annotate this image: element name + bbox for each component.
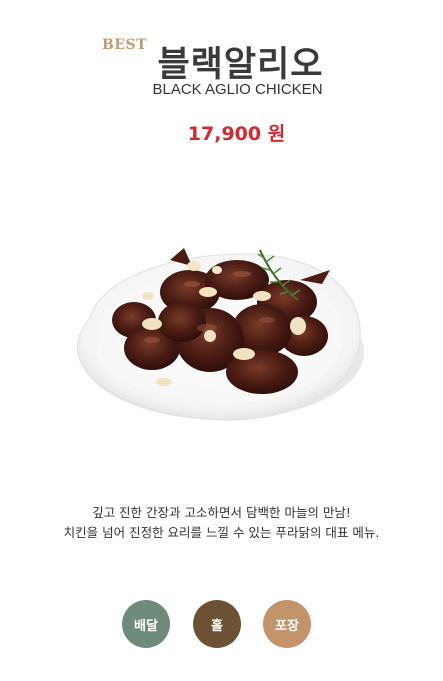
description-line-2: 치킨을 넘어 진정한 요리를 느낄 수 있는 푸라닭의 대표 메뉴. (63, 525, 380, 540)
dine-in-button[interactable]: 홀 (193, 600, 241, 648)
chicken-dish-photo (77, 248, 364, 421)
product-title: 블랙알리오 (157, 45, 324, 85)
product-price: 17,900 원 (187, 123, 286, 145)
takeout-button[interactable]: 포장 (263, 600, 311, 648)
delivery-button[interactable]: 배달 (122, 600, 170, 648)
description-line-1: 깊고 진한 간장과 고소하면서 담백한 마늘의 만남! (92, 505, 351, 520)
product-detail-page: BEST 블랙알리오 BLACK AGLIO CHICKEN 17,900 원 (0, 0, 443, 681)
product-description: 깊고 진한 간장과 고소하면서 담백한 마늘의 만남! 치킨을 넘어 진정한 요… (0, 503, 443, 543)
product-english-name: BLACK AGLIO CHICKEN (152, 81, 323, 98)
